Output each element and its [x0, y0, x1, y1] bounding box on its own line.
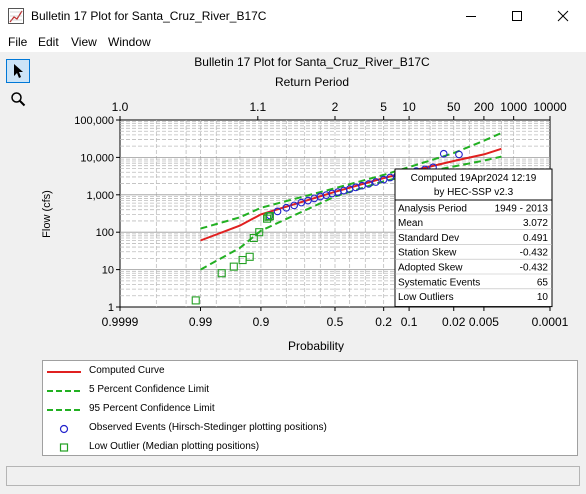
legend-item-5-percent: 5 Percent Confidence Limit	[43, 382, 573, 400]
legend-circle-symbol	[59, 424, 69, 434]
legend-item-computed-curve: Computed Curve	[43, 363, 573, 381]
legend-red-line-symbol	[47, 371, 81, 373]
y-tick-label: 1,000	[86, 190, 114, 202]
close-button[interactable]	[540, 0, 586, 32]
top-tick-label: 1.0	[112, 100, 129, 114]
x-tick-label: 0.02	[442, 315, 466, 329]
magnifier-icon	[11, 92, 26, 107]
menu-view[interactable]: View	[71, 35, 97, 49]
statistics-row-label: Analysis Period	[398, 203, 467, 214]
chart-title: Bulletin 17 Plot for Santa_Cruz_River_B1…	[194, 55, 430, 69]
legend-item-low-outlier: Low Outlier (Median plotting positions)	[43, 439, 573, 457]
statistics-row-label: Adopted Skew	[398, 263, 463, 274]
statistics-row-label: Station Skew	[398, 248, 457, 259]
top-axis-ticks: 1.0 1.1 2 5 10 50 200 1000 10000	[112, 100, 567, 120]
legend-square-symbol	[59, 443, 69, 452]
top-axis-label: Return Period	[275, 75, 349, 89]
statistics-row-value: 65	[537, 277, 549, 288]
top-tick-label: 1.1	[249, 100, 266, 114]
legend-label: Computed Curve	[89, 365, 165, 376]
x-tick-label: 0.2	[375, 315, 392, 329]
maximize-button[interactable]	[494, 0, 540, 32]
menu-bar: File Edit View Window	[0, 32, 586, 52]
legend-green-dashed-symbol	[47, 390, 81, 392]
legend-label: 5 Percent Confidence Limit	[89, 384, 210, 395]
title-bar: Bulletin 17 Plot for Santa_Cruz_River_B1…	[0, 0, 586, 32]
legend-item-observed-events: Observed Events (Hirsch-Stedinger plotti…	[43, 420, 573, 438]
statistics-row-value: 10	[537, 292, 549, 303]
x-axis-label: Probability	[288, 339, 344, 352]
plot-toolbar	[4, 57, 32, 117]
menu-file[interactable]: File	[8, 35, 27, 49]
y-tick-label: 1	[108, 302, 114, 314]
top-tick-label: 5	[380, 100, 387, 114]
status-bar	[6, 466, 580, 486]
x-tick-label: 0.1	[401, 315, 418, 329]
top-tick-label: 10	[402, 100, 416, 114]
statistics-row-label: Systematic Events	[398, 277, 480, 288]
statistics-box: Computed 19Apr2024 12:19 by HEC-SSP v2.3 A…	[394, 168, 553, 308]
window-title: Bulletin 17 Plot for Santa_Cruz_River_B1…	[31, 9, 267, 23]
x-tick-label: 0.5	[327, 315, 344, 329]
menu-window[interactable]: Window	[108, 35, 151, 49]
legend: Computed Curve 5 Percent Confidence Limi…	[42, 360, 578, 456]
y-tick-label: 10	[102, 265, 114, 277]
x-tick-label: 0.99	[189, 315, 213, 329]
frequency-plot[interactable]: Bulletin 17 Plot for Santa_Cruz_River_B1…	[40, 52, 586, 353]
maximize-icon	[512, 11, 522, 21]
statistics-row-label: Mean	[398, 218, 423, 229]
menu-edit[interactable]: Edit	[38, 35, 59, 49]
y-tick-label: 100,000	[74, 115, 114, 127]
legend-label: Low Outlier (Median plotting positions)	[89, 441, 260, 452]
legend-label: 95 Percent Confidence Limit	[89, 403, 215, 414]
y-axis-ticks: 100,000 10,000 1,000 100 10 1	[74, 115, 120, 314]
x-tick-label: 0.9999	[102, 315, 139, 329]
top-tick-label: 200	[474, 100, 494, 114]
statistics-row-label: Standard Dev	[398, 233, 459, 244]
legend-green-dashed-symbol	[47, 409, 81, 411]
top-tick-label: 50	[447, 100, 461, 114]
statistics-row-value: 1949 - 2013	[495, 203, 549, 214]
y-axis-label: Flow (cfs)	[41, 190, 53, 238]
y-tick-label: 10,000	[80, 152, 114, 164]
x-tick-label: 0.0001	[532, 315, 569, 329]
statistics-header: Computed 19Apr2024 12:19	[411, 173, 537, 184]
statistics-row-value: 3.072	[523, 218, 548, 229]
top-tick-label: 10000	[533, 100, 567, 114]
statistics-header: by HEC-SSP v2.3	[434, 187, 514, 198]
pointer-icon	[14, 64, 23, 78]
statistics-row-value: 0.491	[523, 233, 548, 244]
zoom-tool-button[interactable]	[6, 87, 30, 111]
top-tick-label: 1000	[500, 100, 527, 114]
x-axis-ticks: 0.9999 0.99 0.9 0.5 0.2 0.1 0.02 0.005 0.0001	[102, 307, 569, 329]
minimize-icon	[466, 16, 476, 17]
x-tick-label: 0.9	[253, 315, 270, 329]
x-tick-label: 0.005	[469, 315, 499, 329]
minimize-button[interactable]	[448, 0, 494, 32]
legend-label: Observed Events (Hirsch-Stedinger plotti…	[89, 422, 327, 433]
chart-app-icon	[8, 8, 24, 24]
top-tick-label: 2	[332, 100, 339, 114]
statistics-row-value: -0.432	[520, 248, 549, 259]
statistics-row-value: -0.432	[520, 263, 549, 274]
frequency-plot-panel: Bulletin 17 Plot for Santa_Cruz_River_B1…	[40, 52, 586, 353]
legend-item-95-percent: 95 Percent Confidence Limit	[43, 401, 573, 419]
close-icon	[557, 10, 569, 22]
y-tick-label: 100	[96, 227, 114, 239]
select-tool-button[interactable]	[6, 59, 30, 83]
statistics-row-label: Low Outliers	[398, 292, 454, 303]
